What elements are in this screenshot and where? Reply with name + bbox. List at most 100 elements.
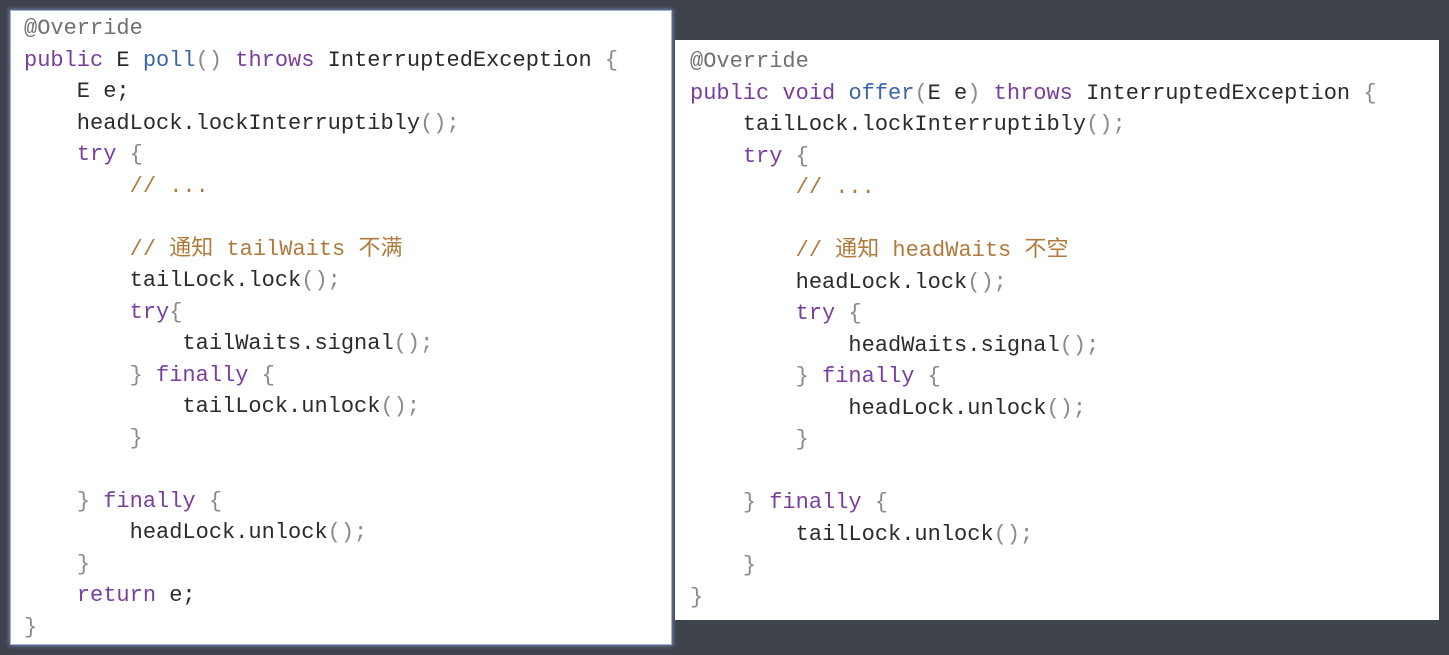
code-token: tailLock.unlock (690, 521, 994, 547)
code-token: @Override (24, 16, 143, 41)
code-token: (); (380, 394, 421, 419)
code-token: // ... (129, 173, 209, 199)
code-line: tailLock.unlock(); (24, 392, 420, 422)
code-token: @Override (690, 49, 809, 74)
code-token: (); (301, 268, 341, 293)
code-token: ) (967, 80, 981, 106)
code-token: (); (420, 110, 460, 136)
code-token: return (76, 583, 157, 608)
code-token: tailLock.lockInterruptibly (690, 112, 1087, 137)
code-line: } (690, 551, 756, 581)
code-token: tailLock.lock (24, 268, 302, 293)
code-token: // 通知 tailWaits 不满 (129, 236, 403, 262)
code-line: } (24, 613, 37, 643)
code-token: } (795, 364, 809, 389)
poll-code-panel: @Override public E poll() throws Interrup… (10, 10, 672, 645)
code-token: public (24, 47, 104, 73)
code-token: { (848, 301, 862, 326)
code-token: // ... (795, 175, 875, 200)
code-line: return e; (24, 581, 196, 611)
code-token: { (874, 490, 889, 515)
code-token: E e; (24, 79, 130, 104)
code-line: tailLock.unlock(); (690, 520, 1034, 550)
code-token: offer (848, 80, 915, 106)
code-line: public E poll() throws InterruptedExcept… (24, 46, 618, 76)
code-token: } (24, 614, 38, 640)
code-line: headLock.unlock(); (24, 518, 368, 548)
code-token: tailWaits.signal (24, 331, 394, 356)
code-line: headLock.lock(); (690, 268, 1007, 298)
code-line: public void offer(E e) throws Interrupte… (690, 79, 1377, 109)
code-token: tailLock.unlock (24, 394, 381, 419)
code-token: } (129, 362, 143, 388)
code-token: E (103, 47, 143, 73)
code-token: { (129, 142, 143, 167)
code-line: } finally { (24, 361, 275, 391)
code-token: } (742, 490, 757, 515)
code-token: headLock.unlock (690, 395, 1047, 421)
code-token: try (795, 301, 836, 326)
code-line: } finally { (24, 487, 222, 517)
code-line: // ... (690, 173, 875, 203)
code-token: } (795, 427, 809, 452)
code-token: finally (103, 488, 196, 514)
code-token: ( (914, 80, 928, 106)
code-token: } (129, 425, 143, 451)
code-line: } finally { (690, 362, 941, 392)
code-line: try{ (24, 298, 183, 328)
code-token: try (742, 143, 783, 169)
code-token: (); (393, 331, 434, 356)
code-line: @Override (690, 47, 809, 77)
code-line: try { (690, 142, 809, 172)
code-line: try { (24, 140, 143, 170)
code-token: (); (993, 521, 1034, 547)
code-token: (); (1046, 395, 1087, 421)
code-line: } (690, 583, 703, 613)
code-line: headLock.unlock(); (690, 394, 1086, 424)
code-token: headLock.lock (690, 269, 968, 295)
code-line: } (24, 424, 143, 454)
code-line: tailLock.lockInterruptibly(); (690, 110, 1126, 140)
code-line: } (24, 550, 90, 580)
code-token: poll (142, 47, 196, 73)
code-token: { (795, 143, 809, 169)
code-token: e; (156, 583, 196, 608)
code-token: try (129, 299, 170, 325)
code-token: (); (967, 269, 1007, 295)
code-line: headLock.lockInterruptibly(); (24, 109, 460, 139)
code-line: tailWaits.signal(); (24, 329, 433, 359)
code-token: { (169, 299, 183, 325)
code-token: E e (927, 80, 968, 106)
code-token: InterruptedException (314, 47, 605, 73)
code-token: // 通知 headWaits 不空 (795, 238, 1069, 263)
code-token: finally (156, 362, 249, 388)
code-token: { (208, 488, 223, 514)
code-token: } (742, 553, 757, 578)
code-token: InterruptedException (1072, 80, 1364, 106)
code-token: public (690, 80, 770, 106)
code-token: } (690, 584, 704, 610)
